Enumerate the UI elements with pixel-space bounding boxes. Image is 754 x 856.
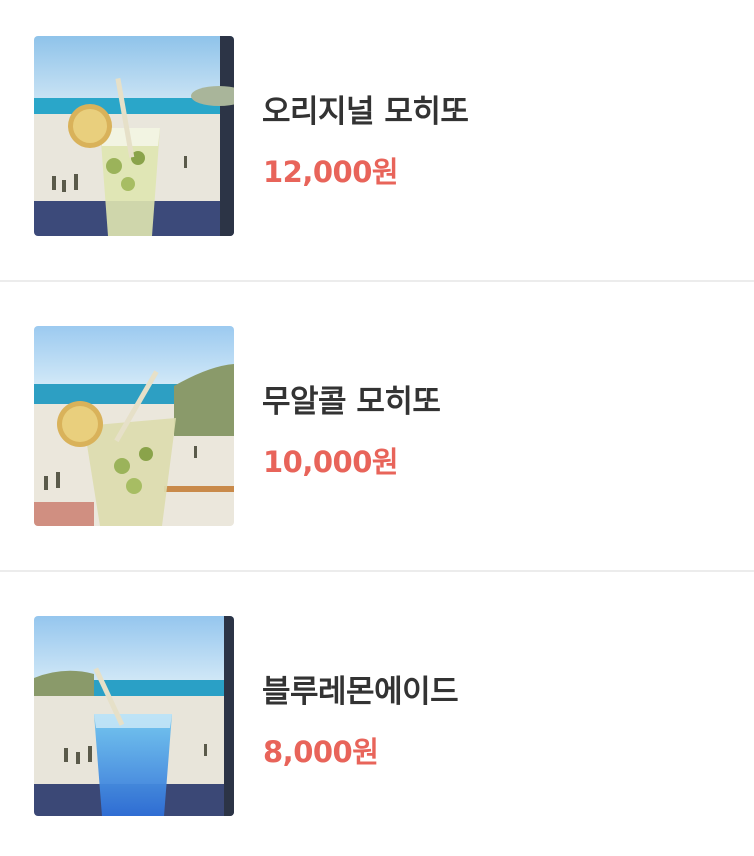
divider: [0, 570, 754, 572]
menu-item-original-mojito[interactable]: 오리지널 모히또 12,000원: [0, 0, 754, 290]
menu-list: 오리지널 모히또 12,000원 무알콜 모히또 10,000원 블루레몬에이드…: [0, 0, 754, 856]
menu-item-blue-lemonade[interactable]: 블루레몬에이드 8,000원: [0, 580, 754, 856]
divider: [0, 280, 754, 282]
menu-item-price: 10,000원: [263, 445, 399, 479]
menu-item-non-alcohol-mojito[interactable]: 무알콜 모히또 10,000원: [0, 290, 754, 580]
menu-item-photo: [34, 616, 234, 816]
menu-item-price: 12,000원: [263, 155, 399, 189]
menu-item-name: 블루레몬에이드: [262, 674, 459, 710]
menu-item-name: 무알콜 모히또: [262, 384, 441, 420]
menu-item-photo: [34, 326, 234, 526]
menu-item-photo: [34, 36, 234, 236]
menu-item-price: 8,000원: [263, 735, 379, 769]
menu-item-name: 오리지널 모히또: [262, 94, 469, 130]
